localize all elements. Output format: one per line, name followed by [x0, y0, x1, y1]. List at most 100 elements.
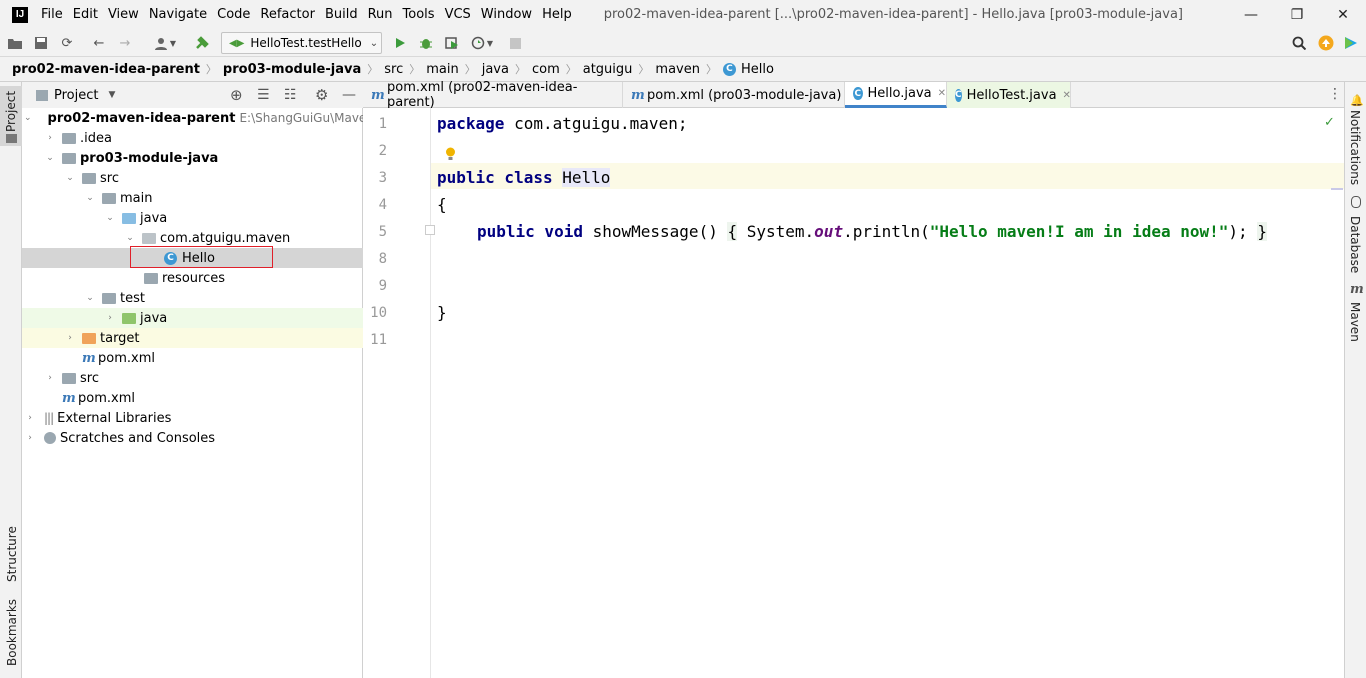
settings-gear-icon[interactable]: ⚙ — [315, 86, 328, 104]
tree-item-test[interactable]: ⌄ test — [22, 288, 363, 308]
tree-item-java[interactable]: ⌄ java — [22, 208, 363, 228]
code-line-3[interactable]: public class Hello — [437, 168, 611, 187]
chevron-right-icon[interactable]: › — [64, 333, 76, 343]
forward-icon[interactable]: → — [116, 34, 134, 52]
tree-item-src[interactable]: ⌄ src — [22, 168, 363, 188]
menu-run[interactable]: Run — [368, 7, 393, 22]
tree-item-module-pom[interactable]: m pom.xml — [22, 348, 363, 368]
chevron-right-icon[interactable]: › — [44, 133, 56, 143]
code-line-1[interactable]: package com.atguigu.maven; — [437, 114, 687, 133]
tree-item-test-java[interactable]: › java — [22, 308, 363, 328]
tree-item-root-src[interactable]: › src — [22, 368, 363, 388]
notifications-bell-icon[interactable]: 🔔 — [1350, 94, 1364, 107]
collapse-all-icon[interactable]: ☷ — [284, 87, 297, 103]
search-icon[interactable] — [1290, 34, 1308, 52]
chevron-right-icon[interactable]: › — [24, 413, 36, 423]
tree-item-module[interactable]: ⌄ pro03-module-java — [22, 148, 363, 168]
tree-item-scratches[interactable]: › Scratches and Consoles — [22, 428, 363, 448]
code-line-10[interactable]: } — [437, 303, 447, 322]
database-icon[interactable] — [1351, 196, 1361, 208]
chevron-down-icon[interactable]: ⌄ — [64, 173, 76, 183]
menu-view[interactable]: View — [108, 7, 139, 22]
menu-tools[interactable]: Tools — [403, 7, 435, 22]
debug-icon[interactable] — [417, 34, 435, 52]
chevron-right-icon[interactable]: › — [44, 373, 56, 383]
stop-icon[interactable] — [506, 34, 524, 52]
tree-item-resources[interactable]: resources — [22, 268, 363, 288]
tab-parent-pom[interactable]: m pom.xml (pro02-maven-idea-parent) — [363, 80, 623, 110]
breadcrumb-item[interactable]: src 〉 — [384, 61, 426, 77]
lightbulb-icon[interactable] — [445, 147, 456, 162]
tree-item-package[interactable]: ⌄ com.atguigu.maven — [22, 228, 363, 248]
breadcrumb-item[interactable]: maven 〉 — [655, 61, 723, 77]
menu-edit[interactable]: Edit — [73, 7, 98, 22]
menu-vcs[interactable]: VCS — [445, 7, 471, 22]
run-configuration-select[interactable]: ◀▶ HelloTest.testHello ⌄ — [221, 32, 382, 54]
breadcrumb-item[interactable]: main 〉 — [426, 61, 481, 77]
menu-refactor[interactable]: Refactor — [260, 7, 315, 22]
code-with-me-icon[interactable] — [1342, 34, 1360, 52]
chevron-down-icon[interactable]: ⌄ — [44, 153, 56, 163]
menu-build[interactable]: Build — [325, 7, 358, 22]
menu-file[interactable]: File — [41, 7, 63, 22]
chevron-down-icon[interactable]: ⌄ — [84, 293, 96, 303]
bookmarks-tool-button[interactable]: Bookmarks — [5, 599, 19, 666]
breadcrumb-item[interactable]: atguigu 〉 — [583, 61, 656, 77]
breadcrumb-item[interactable]: C Hello — [722, 62, 774, 77]
hide-panel-icon[interactable]: — — [342, 87, 356, 103]
tree-item-idea[interactable]: › .idea — [22, 128, 363, 148]
code-line-4[interactable]: { — [437, 195, 447, 214]
sync-icon[interactable]: ⟳ — [58, 34, 76, 52]
notifications-tool-button[interactable]: Notifications — [1348, 110, 1362, 185]
open-folder-icon[interactable] — [6, 34, 24, 52]
menu-code[interactable]: Code — [217, 7, 250, 22]
chevron-down-icon[interactable]: ⌄ — [84, 193, 96, 203]
menu-help[interactable]: Help — [542, 7, 572, 22]
inspection-ok-icon[interactable]: ✓ — [1324, 115, 1335, 130]
chevron-right-icon[interactable]: › — [104, 313, 116, 323]
tree-item-root[interactable]: ⌄ pro02-maven-idea-parent E:\ShangGuiGu\… — [22, 108, 381, 128]
maven-icon[interactable]: m — [1350, 282, 1364, 297]
chevron-right-icon[interactable]: › — [24, 433, 36, 443]
more-options-icon[interactable]: ⋮ — [1328, 86, 1342, 102]
close-tab-icon[interactable]: ✕ — [938, 88, 946, 99]
run-icon[interactable] — [391, 34, 409, 52]
project-view-label[interactable]: Project — [54, 88, 98, 103]
profiler-icon[interactable]: ▼ — [467, 34, 497, 52]
chevron-down-icon[interactable]: ⌄ — [104, 213, 116, 223]
tree-item-root-pom[interactable]: m pom.xml — [22, 388, 363, 408]
database-tool-button[interactable]: Database — [1348, 216, 1362, 273]
save-all-icon[interactable] — [32, 34, 50, 52]
project-tool-button[interactable]: Project — [0, 86, 22, 146]
chevron-down-icon[interactable]: ⌄ — [24, 113, 32, 123]
locate-file-icon[interactable]: ⊕ — [230, 86, 243, 104]
update-icon[interactable] — [1317, 34, 1335, 52]
chevron-down-icon[interactable]: ⌄ — [124, 233, 136, 243]
breadcrumb-item[interactable]: com 〉 — [532, 61, 583, 77]
maven-tool-button[interactable]: Maven — [1348, 302, 1362, 342]
breadcrumb-item[interactable]: pro02-maven-idea-parent 〉 — [12, 61, 223, 77]
tree-item-external-libraries[interactable]: › ||| External Libraries — [22, 408, 363, 428]
menu-window[interactable]: Window — [481, 7, 532, 22]
breadcrumb-item[interactable]: java 〉 — [482, 61, 532, 77]
minimize-button[interactable]: — — [1228, 0, 1274, 29]
tab-module-pom[interactable]: m pom.xml (pro03-module-java) — [623, 82, 845, 108]
tree-item-main[interactable]: ⌄ main — [22, 188, 363, 208]
vcs-user-icon[interactable]: ▼ — [150, 34, 180, 52]
maximize-button[interactable]: ❐ — [1274, 0, 1320, 29]
close-window-button[interactable]: ✕ — [1320, 0, 1366, 29]
back-icon[interactable]: ← — [90, 34, 108, 52]
tab-hellotest-java[interactable]: C HelloTest.java ✕ — [947, 82, 1071, 108]
tree-item-target[interactable]: › target — [22, 328, 363, 348]
build-hammer-icon[interactable] — [193, 34, 211, 52]
close-tab-icon[interactable]: ✕ — [1063, 90, 1071, 101]
structure-tool-button[interactable]: Structure — [5, 526, 19, 582]
expand-all-icon[interactable]: ☰ — [257, 87, 270, 103]
run-with-coverage-icon[interactable] — [443, 34, 461, 52]
breadcrumb-item[interactable]: pro03-module-java 〉 — [223, 61, 384, 77]
chevron-down-icon[interactable]: ▼ — [108, 90, 115, 100]
code-line-5[interactable]: public void showMessage() { System.out.p… — [477, 222, 1267, 241]
tab-hello-java[interactable]: C Hello.java ✕ — [845, 82, 947, 108]
fold-marker-icon[interactable] — [425, 225, 435, 235]
menu-navigate[interactable]: Navigate — [149, 7, 207, 22]
